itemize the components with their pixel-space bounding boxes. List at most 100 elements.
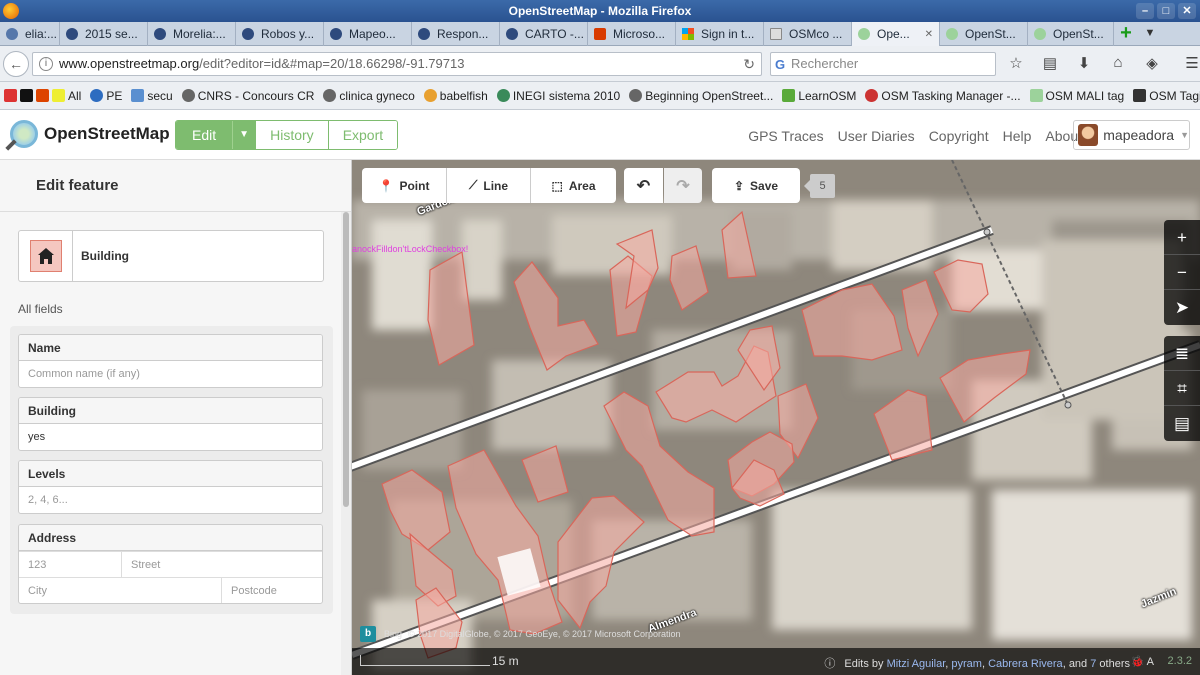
tasking-manager-icon (865, 89, 879, 102)
point-icon: 📍 (378, 178, 394, 193)
map-footer: 15 m ⓘ Edits by Mitzi Aguilar, pyram, Ca… (352, 648, 1200, 675)
nav-gps-traces[interactable]: GPS Traces (748, 128, 823, 144)
field-label: Address (19, 525, 322, 551)
bookmark-item[interactable]: OSM Taginfo (1133, 89, 1200, 103)
layers-icon[interactable]: ≣ (1164, 336, 1200, 371)
edit-button[interactable]: Edit (176, 121, 234, 149)
contributors: ⓘ Edits by Mitzi Aguilar, pyram, Cabrera… (824, 658, 1130, 670)
osm-magnifier-icon (10, 120, 38, 148)
bookmark-star-icon[interactable]: ☆ (1004, 54, 1028, 74)
browser-tab[interactable]: 2015 se... (60, 22, 148, 46)
building-input[interactable]: yes (19, 424, 322, 450)
nav-help[interactable]: Help (1003, 128, 1032, 144)
maximize-icon[interactable]: □ (1157, 3, 1175, 19)
building-field: Building yes (18, 397, 323, 451)
browser-tab[interactable]: Sign in t... (676, 22, 764, 46)
sidebar-scrollbar[interactable] (341, 212, 351, 675)
redo-button[interactable]: ↷ (664, 168, 702, 203)
babelfish-icon (423, 89, 437, 102)
browser-tab[interactable]: OSMco ... (764, 22, 852, 46)
nav-copyright[interactable]: Copyright (929, 128, 989, 144)
panel-controls: ≣ ⌗ ▤ (1164, 336, 1200, 441)
browser-tab[interactable]: Respon... (412, 22, 500, 46)
google-icon: G (775, 57, 786, 72)
bookmark-item[interactable]: OSM MALI tag (1029, 89, 1124, 103)
add-point-button[interactable]: 📍 Point (362, 168, 446, 203)
bookmark-item[interactable]: LearnOSM (782, 89, 856, 103)
add-line-button[interactable]: ⟋ Line (446, 168, 530, 203)
tab-close-icon[interactable]: ✕ (925, 29, 933, 40)
others-count-link[interactable]: 7 (1090, 658, 1096, 670)
browser-tab[interactable]: OpenSt... (940, 22, 1028, 46)
browser-tab[interactable]: Microso... (588, 22, 676, 46)
browser-tab-active[interactable]: Ope... ✕ (852, 22, 940, 46)
levels-input[interactable]: 2, 4, 6... (19, 487, 322, 513)
reload-icon[interactable]: ↻ (743, 53, 755, 75)
bookmark-item[interactable]: PE (90, 89, 122, 103)
upload-icon: ⇪ (733, 178, 745, 193)
header-nav: GPS Traces User Diaries Copyright Help A… (748, 128, 1082, 144)
tab-list-icon[interactable]: ▼ (1138, 22, 1162, 46)
search-input[interactable]: G Rechercher (770, 52, 996, 76)
browser-tab[interactable]: OpenSt... (1028, 22, 1114, 46)
chevron-down-icon[interactable]: ▼ (233, 121, 256, 149)
home-icon[interactable]: ⌂ (1106, 54, 1130, 74)
contributor-link[interactable]: Mitzi Aguilar (887, 658, 946, 670)
postcode-input[interactable]: Postcode (222, 578, 322, 603)
street-input[interactable]: Street (122, 552, 322, 577)
scale-label: 15 m (492, 654, 519, 668)
scale-bar[interactable] (360, 655, 490, 666)
bookmark-item[interactable]: secu (131, 89, 173, 103)
contributor-link[interactable]: Cabrera Rivera (988, 658, 1063, 670)
browser-tab[interactable]: elia:... (0, 22, 60, 46)
history-button[interactable]: History (255, 121, 328, 149)
browser-tab[interactable]: CARTO -... (500, 22, 588, 46)
bookmark-item[interactable]: Beginning OpenStreet... (629, 89, 773, 103)
zoom-in-icon[interactable]: + (1164, 220, 1200, 255)
locate-arrow-icon[interactable]: ➤ (1164, 290, 1200, 325)
download-icon[interactable]: ⬇ (1072, 54, 1096, 74)
scrollbar-thumb[interactable] (343, 212, 349, 507)
map-data-icon[interactable]: ⌗ (1164, 371, 1200, 406)
bookmark-item[interactable]: INEGI sistema 2010 (496, 89, 620, 103)
new-tab-icon[interactable]: + (1114, 22, 1138, 46)
bug-icon[interactable]: 🐞 (1131, 656, 1145, 668)
housenumber-input[interactable]: 123 (19, 552, 122, 577)
nav-user-diaries[interactable]: User Diaries (838, 128, 915, 144)
contributor-link[interactable]: pyram (951, 658, 982, 670)
browser-tab[interactable]: Mapeo... (324, 22, 412, 46)
preset-button[interactable]: Building (18, 230, 324, 282)
menu-icon[interactable]: ☰ (1180, 54, 1200, 74)
field-label: Levels (19, 461, 322, 487)
user-menu[interactable]: mapeadora ▼ (1073, 120, 1190, 150)
bookmark-item[interactable]: clinica gyneco (323, 89, 415, 103)
undo-button[interactable]: ↶ (624, 168, 663, 203)
browser-tab[interactable]: Morelia:... (148, 22, 236, 46)
browser-tab[interactable]: Robos y... (236, 22, 324, 46)
pocket-icon[interactable]: ◈ (1140, 54, 1164, 74)
name-input[interactable]: Common name (if any) (19, 361, 322, 387)
export-button[interactable]: Export (327, 121, 398, 149)
url-bar[interactable]: i www.openstreetmap.org/edit?editor=id&#… (32, 52, 762, 76)
all-fields-toggle[interactable]: All fields (18, 302, 63, 316)
close-icon[interactable]: ✕ (1178, 3, 1196, 19)
city-input[interactable]: City (19, 578, 222, 603)
minimize-icon[interactable]: – (1136, 3, 1154, 19)
url-host: www.openstreetmap.org (59, 56, 200, 71)
help-icon[interactable]: ▤ (1164, 406, 1200, 441)
add-area-button[interactable]: ⬚ Area (530, 168, 616, 203)
back-arrow-icon[interactable]: ← (3, 51, 29, 77)
translate-icon[interactable]: A (1147, 656, 1154, 668)
info-icon[interactable]: i (39, 57, 53, 71)
bookmark-item[interactable]: CNRS - Concours CR (181, 89, 314, 103)
reading-list-icon[interactable]: ▤ (1038, 54, 1062, 74)
osm-logo[interactable]: OpenStreetMap (10, 120, 170, 148)
field-label: Building (19, 398, 322, 424)
bookmark-item[interactable]: babelfish (423, 89, 488, 103)
attribution-text[interactable]: © 2017 DigitalGlobe, © 2017 GeoEye, © 20… (408, 629, 681, 639)
zoom-out-icon[interactable]: − (1164, 255, 1200, 290)
save-button[interactable]: ⇪ Save (712, 168, 800, 203)
bookmark-item[interactable]: All (4, 89, 81, 103)
bookmark-item[interactable]: OSM Tasking Manager -... (865, 89, 1021, 103)
map-canvas[interactable]: anockFilldon'tLockCheckbox! Gardenia Alm… (352, 160, 1200, 675)
